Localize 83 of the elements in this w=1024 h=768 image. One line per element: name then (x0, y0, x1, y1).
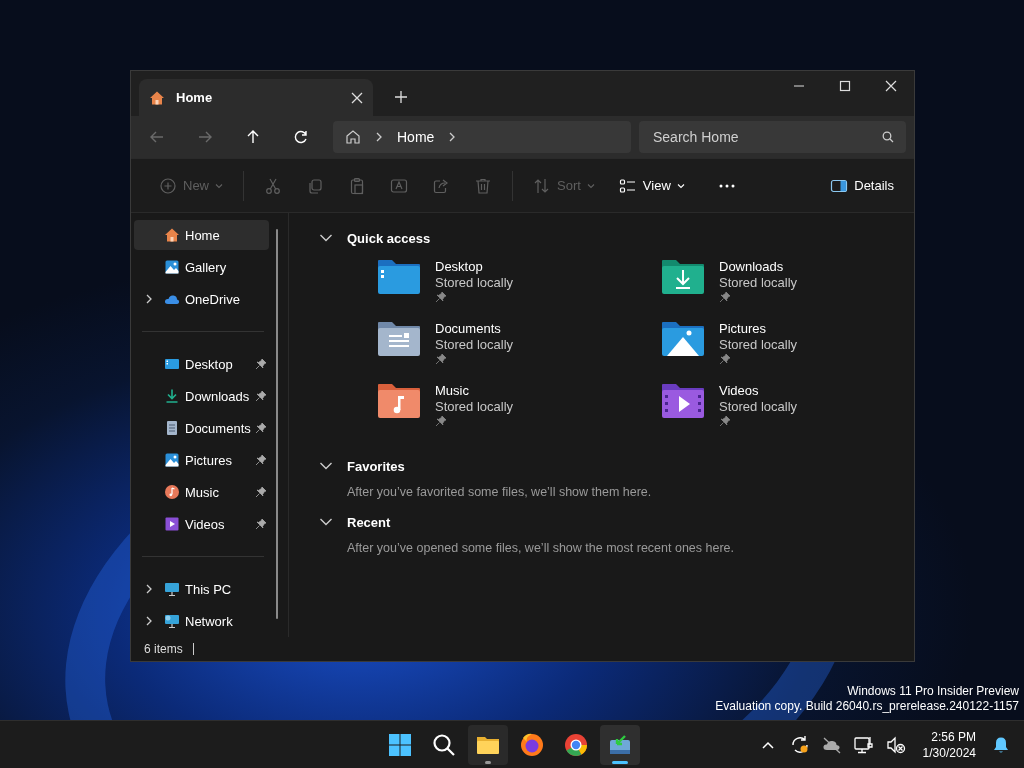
search-field[interactable]: Search Home (639, 121, 906, 153)
house-icon (149, 89, 165, 106)
house-outline-icon (345, 129, 361, 145)
sidebar-item[interactable]: Home (134, 220, 269, 250)
sidebar-item[interactable]: Pictures (134, 445, 269, 475)
folder-tile[interactable]: Downloads Stored locally (661, 257, 881, 319)
dropdown-caret-icon (215, 182, 223, 189)
collapse-chevron-icon[interactable] (319, 517, 333, 527)
taskbar-app[interactable] (600, 724, 640, 765)
details-button[interactable]: Details (820, 168, 904, 203)
sidebar-item[interactable]: Downloads (134, 381, 269, 411)
sidebar-item[interactable]: Music (134, 477, 269, 507)
desktop-icon (164, 356, 180, 372)
folder-status: Stored locally (719, 399, 798, 414)
documents-folder-icon (377, 321, 421, 357)
sidebar-item[interactable]: OneDrive (134, 284, 269, 314)
view-button[interactable]: View (608, 168, 695, 203)
film-icon (164, 516, 180, 532)
folder-tile[interactable]: Music Stored locally (377, 381, 661, 443)
picture-icon (164, 259, 180, 275)
new-tab-icon[interactable] (395, 91, 407, 103)
folder-name: Videos (719, 383, 760, 398)
empty-message: After you’ve favorited some files, we’ll show them here. (347, 485, 653, 499)
expand-chevron-icon[interactable] (145, 294, 153, 304)
close-tab-icon[interactable] (351, 91, 363, 104)
folder-name: Documents (435, 321, 502, 336)
breadcrumb-item[interactable]: Home (397, 129, 435, 145)
monitor-icon (164, 581, 180, 597)
section-title: Recent (347, 514, 391, 530)
sidebar-item[interactable]: This PC (134, 574, 269, 604)
folder-tile[interactable]: Videos Stored locally (661, 381, 881, 443)
dropdown-caret-icon (586, 182, 595, 189)
pictures-folder-icon (661, 321, 705, 357)
desktop-folder-icon (377, 259, 421, 295)
network-monitor-icon (164, 613, 180, 629)
collapse-chevron-icon[interactable] (319, 461, 333, 471)
dropdown-caret-icon (676, 182, 685, 189)
downloads-folder-icon (661, 259, 705, 295)
empty-message: After you’ve opened some files, we’ll show the most recent ones here. (347, 541, 735, 555)
folder-name: Downloads (719, 259, 785, 274)
sidebar-item[interactable]: Documents (134, 413, 269, 443)
sidebar-item[interactable]: Videos (134, 509, 269, 539)
folder-tile[interactable]: Documents Stored locally (377, 319, 661, 381)
document-icon (164, 420, 180, 436)
chevron-icon (375, 132, 383, 142)
folder-status: Stored locally (435, 337, 514, 352)
section-title: Quick access (347, 230, 431, 246)
taskbar-app[interactable] (468, 724, 508, 765)
expand-chevron-icon[interactable] (145, 616, 153, 626)
watermark-text: Windows 11 Pro Insider Preview (847, 684, 1019, 699)
section-title: Favorites (347, 458, 405, 474)
address-bar[interactable]: Home (333, 121, 631, 153)
music-note-icon (164, 484, 180, 500)
sidebar-item[interactable]: Desktop (134, 349, 269, 379)
search-icon (882, 131, 894, 143)
picture-icon (164, 452, 180, 468)
folder-status: Stored locally (435, 399, 514, 414)
tab[interactable]: Home (139, 79, 373, 116)
music-folder-icon (377, 383, 421, 419)
clock[interactable]: 2:56 PM 1/30/2024 (922, 728, 976, 761)
search-icon (431, 731, 457, 758)
folder-name: Desktop (435, 259, 484, 274)
collapse-chevron-icon[interactable] (319, 233, 333, 243)
scrollbar[interactable] (276, 229, 278, 619)
folder-status: Stored locally (435, 275, 514, 290)
expand-chevron-icon[interactable] (145, 584, 153, 594)
folder-name: Pictures (719, 321, 767, 336)
house-icon (164, 227, 180, 243)
folder-tile[interactable]: Pictures Stored locally (661, 319, 881, 381)
watermark-text: Evaluation copy. Build 26040.rs_prerelease.240122-1157 (715, 699, 1019, 714)
folder-name: Music (435, 383, 470, 398)
item-count: 6 items (144, 643, 194, 655)
sidebar-item[interactable]: Gallery (134, 252, 269, 282)
windows-logo-icon (387, 731, 413, 758)
folder-tile[interactable]: Desktop Stored locally (377, 257, 661, 319)
sidebar-item[interactable]: Network (134, 606, 269, 636)
download-icon (164, 388, 180, 404)
folder-status: Stored locally (719, 337, 798, 352)
folder-status: Stored locally (719, 275, 798, 290)
globe-icon (519, 731, 545, 758)
videos-folder-icon (661, 383, 705, 419)
ring-icon (563, 731, 589, 758)
chevron-icon[interactable] (448, 132, 457, 142)
